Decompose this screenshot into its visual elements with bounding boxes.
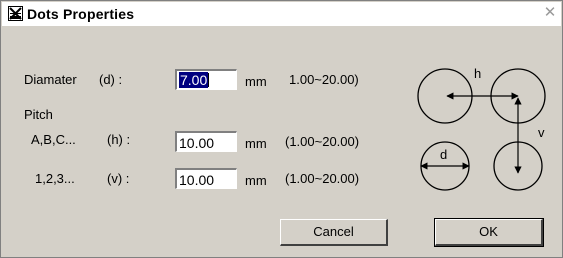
diameter-label: Diamater <box>24 72 77 87</box>
close-icon[interactable]: ✕ <box>543 5 557 20</box>
pitch-h-unit: mm <box>245 136 267 151</box>
title-bar[interactable]: Dots Properties ✕ <box>2 2 561 26</box>
cancel-button[interactable]: Cancel <box>280 219 388 246</box>
dots-properties-icon <box>8 6 23 21</box>
dots-properties-dialog: Dots Properties ✕ Diamater (d) : 7.00 mm… <box>0 0 563 258</box>
pitch-h-field[interactable] <box>175 131 237 152</box>
diameter-range: 1.00~20.00) <box>289 72 359 87</box>
pitch-v-field[interactable] <box>175 168 237 189</box>
diagram-v-label: v <box>538 125 545 140</box>
dots-pitch-diagram: h v d <box>417 66 546 191</box>
diameter-field[interactable]: 7.00 <box>175 69 237 90</box>
pitch-h-symbol: (h) : <box>107 132 131 147</box>
diagram-h-label: h <box>474 66 481 81</box>
text-caret <box>208 73 210 87</box>
ok-button[interactable]: OK <box>434 218 544 247</box>
pitch-v-range: (1.00~20.00) <box>285 171 360 186</box>
diameter-value: 7.00 <box>179 72 209 88</box>
diameter-unit: mm <box>245 74 267 89</box>
pitch-v-symbol: (v) : <box>107 171 130 186</box>
pitch-h-label: A,B,C... <box>31 132 76 147</box>
pitch-h-range: (1.00~20.00) <box>285 134 360 149</box>
window-title: Dots Properties <box>27 6 135 22</box>
pitch-heading: Pitch <box>24 107 53 122</box>
pitch-v-label: 1,2,3... <box>35 171 75 186</box>
pitch-v-unit: mm <box>245 173 267 188</box>
diameter-symbol: (d) : <box>99 72 123 87</box>
diagram-d-label: d <box>440 147 447 162</box>
